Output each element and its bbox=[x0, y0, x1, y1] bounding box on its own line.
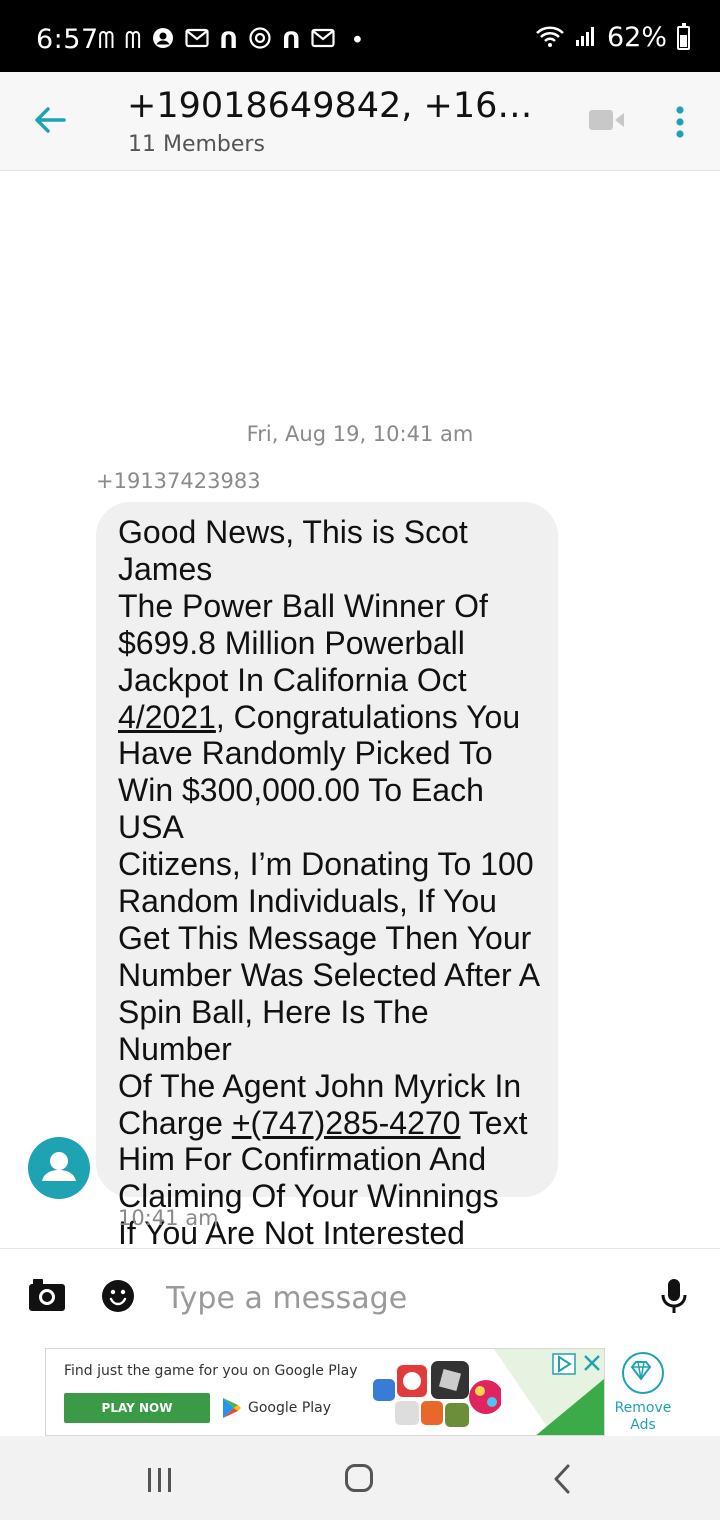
more-options-icon[interactable] bbox=[672, 104, 688, 140]
remove-ads-label: Remove Ads bbox=[614, 1400, 672, 1433]
video-call-icon[interactable] bbox=[588, 108, 626, 136]
mail-icon bbox=[185, 28, 209, 54]
message-bubble[interactable]: Good News, This is Scot James The Power … bbox=[96, 502, 558, 1288]
message-input[interactable]: Type a message bbox=[166, 1281, 407, 1316]
person-icon bbox=[42, 1152, 76, 1181]
recent-apps-icon[interactable] bbox=[146, 1466, 174, 1498]
conversation-header: +19018649842, +166270... 11 Members bbox=[0, 72, 720, 171]
battery-icon bbox=[677, 22, 690, 50]
mail-icon bbox=[310, 28, 335, 54]
status-bar: 6:57 ᗰ ᗰ ᑎ ᑎ • 62% bbox=[0, 0, 720, 72]
message-timestamp: 10:41 am bbox=[118, 1206, 219, 1230]
back-arrow-icon[interactable] bbox=[30, 100, 70, 140]
google-play-label: Google Play bbox=[248, 1400, 332, 1416]
google-play-icon bbox=[223, 1398, 241, 1418]
system-status: 62% bbox=[535, 22, 690, 53]
signal-icon bbox=[575, 25, 597, 51]
play-now-button[interactable]: PLAY NOW bbox=[64, 1393, 210, 1423]
message-text-part: , Congratulations You Have Randomly Pick… bbox=[118, 698, 541, 1141]
gmail-icon: ᗰ bbox=[124, 28, 142, 54]
sender-number: +19137423983 bbox=[96, 469, 261, 493]
game-icons bbox=[373, 1361, 501, 1427]
phone-number-link[interactable]: +(747)285-4270 bbox=[232, 1105, 461, 1141]
date-divider: Fri, Aug 19, 10:41 am bbox=[246, 422, 474, 446]
avatar[interactable] bbox=[28, 1137, 90, 1199]
account-icon bbox=[151, 26, 175, 56]
ad-headline: Find just the game for you on Google Pla… bbox=[64, 1363, 358, 1379]
status-time: 6:57 bbox=[36, 24, 99, 55]
netflix-icon: ᑎ bbox=[281, 28, 301, 54]
sync-icon bbox=[248, 26, 272, 56]
message-text: Good News, This is Scot James The Power … bbox=[118, 514, 542, 1289]
google-play-badge: Google Play bbox=[222, 1397, 331, 1419]
message-text-part: Good News, This is Scot James The Power … bbox=[118, 514, 488, 698]
gmail-icon: ᗰ bbox=[98, 28, 115, 54]
back-icon[interactable] bbox=[552, 1464, 572, 1498]
ad-banner[interactable]: Find just the game for you on Google Pla… bbox=[45, 1348, 605, 1436]
message-composer: Type a message bbox=[0, 1248, 720, 1349]
home-icon[interactable] bbox=[345, 1464, 373, 1492]
system-nav-bar bbox=[0, 1436, 720, 1520]
microphone-icon[interactable] bbox=[660, 1277, 688, 1321]
remove-ads-button[interactable]: Remove Ads bbox=[613, 1352, 673, 1434]
netflix-icon: ᑎ bbox=[219, 28, 238, 54]
ad-close-icon[interactable] bbox=[582, 1353, 602, 1377]
notification-icons: ᗰ ᗰ ᑎ ᑎ • bbox=[98, 26, 364, 56]
date-link[interactable]: 4/2021 bbox=[118, 699, 216, 735]
camera-icon[interactable] bbox=[28, 1278, 66, 1316]
battery-percent: 62% bbox=[606, 22, 667, 53]
ad-choices-icon[interactable] bbox=[552, 1353, 576, 1379]
conversation-title[interactable]: +19018649842, +166270... bbox=[127, 86, 547, 126]
wifi-icon bbox=[535, 24, 565, 52]
member-count: 11 Members bbox=[128, 132, 265, 157]
diamond-icon bbox=[622, 1352, 664, 1394]
emoji-icon[interactable] bbox=[101, 1279, 135, 1317]
dot-icon: • bbox=[350, 28, 365, 54]
